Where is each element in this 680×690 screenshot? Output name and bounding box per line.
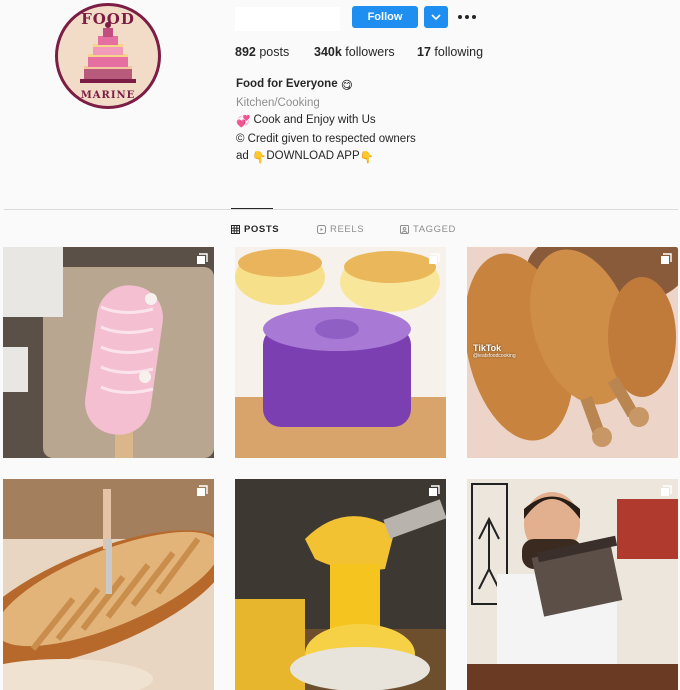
- tab-posts[interactable]: POSTS: [231, 224, 279, 235]
- multi-post-icon: [661, 253, 672, 264]
- bio-line-1: 💞 Cook and Enjoy with Us: [236, 112, 416, 131]
- tabs-divider: [4, 209, 678, 210]
- follow-button[interactable]: Follow: [352, 6, 418, 28]
- suggested-dropdown-button[interactable]: [424, 6, 448, 28]
- point-down-emoji-icon: 👇: [359, 152, 374, 164]
- dot-icon: [465, 15, 469, 19]
- active-tab-indicator: [231, 208, 273, 209]
- avatar-bottom-word: MARINE: [80, 90, 136, 101]
- popsicle-cake-image: [3, 247, 214, 458]
- tab-tagged[interactable]: TAGGED: [400, 224, 456, 235]
- tab-reels[interactable]: REELS: [317, 224, 364, 235]
- hearts-emoji-icon: 💞: [236, 116, 251, 128]
- multi-post-icon: [661, 485, 672, 496]
- avatar-top-word: FOOD: [81, 10, 135, 28]
- posts-value: 892: [235, 45, 256, 59]
- post-tile[interactable]: TikTok @ieatsfoodcooking: [467, 247, 678, 458]
- multi-post-icon: [429, 253, 440, 264]
- category-label: Kitchen/Cooking: [236, 97, 320, 109]
- tagged-icon: [400, 225, 409, 234]
- display-name: Food for Everyone: [236, 78, 338, 90]
- post-tile[interactable]: [3, 247, 214, 458]
- grid-icon: [231, 225, 240, 234]
- bio-name-line: Food for Everyone 😋: [236, 76, 416, 95]
- followers-label: followers: [345, 45, 395, 59]
- bio-line-3: ad 👇DOWNLOAD APP👇: [236, 148, 416, 167]
- posts-label: posts: [259, 45, 290, 59]
- multi-post-icon: [197, 253, 208, 264]
- ube-cake-image: [235, 247, 446, 458]
- username-area: [235, 7, 340, 31]
- multi-post-icon: [429, 485, 440, 496]
- reels-icon: [317, 225, 326, 234]
- post-tile[interactable]: [3, 479, 214, 690]
- posts-count: 892 posts: [235, 45, 289, 59]
- post-tile[interactable]: [235, 479, 446, 690]
- tiktok-brand: TikTok: [473, 343, 502, 353]
- following-count[interactable]: 17 following: [417, 45, 483, 59]
- download-app-text[interactable]: DOWNLOAD APP: [266, 150, 359, 162]
- more-options-button[interactable]: [457, 8, 477, 26]
- dot-icon: [458, 15, 462, 19]
- bio-line-1-text: Cook and Enjoy with Us: [253, 114, 376, 126]
- following-label: following: [434, 45, 484, 59]
- profile-bio: Food for Everyone 😋 Kitchen/Cooking 💞 Co…: [236, 76, 416, 167]
- dot-icon: [472, 15, 476, 19]
- followers-count[interactable]: 340k followers: [314, 45, 395, 59]
- yum-emoji-icon: 😋: [340, 80, 353, 92]
- bio-ad-prefix: ad: [236, 150, 249, 162]
- tiktok-watermark: TikTok @ieatsfoodcooking: [473, 343, 516, 359]
- tab-posts-label: POSTS: [244, 224, 280, 235]
- tab-reels-label: REELS: [330, 224, 365, 235]
- profile-avatar[interactable]: FOOD MARINE: [55, 3, 161, 109]
- bio-line-2: © Credit given to respected owners: [236, 133, 416, 145]
- multi-post-icon: [197, 485, 208, 496]
- braided-pastry-image: [3, 479, 214, 690]
- followers-value: 340k: [314, 45, 342, 59]
- post-tile[interactable]: [235, 247, 446, 458]
- chevron-down-icon: [431, 14, 441, 21]
- cheesecake-man-image: [467, 479, 678, 690]
- post-tile[interactable]: [467, 479, 678, 690]
- following-value: 17: [417, 45, 431, 59]
- tab-tagged-label: TAGGED: [413, 224, 457, 235]
- tiktok-handle: @ieatsfoodcooking: [473, 353, 516, 359]
- mac-and-cheese-image: [235, 479, 446, 690]
- point-down-emoji-icon: 👇: [252, 152, 267, 164]
